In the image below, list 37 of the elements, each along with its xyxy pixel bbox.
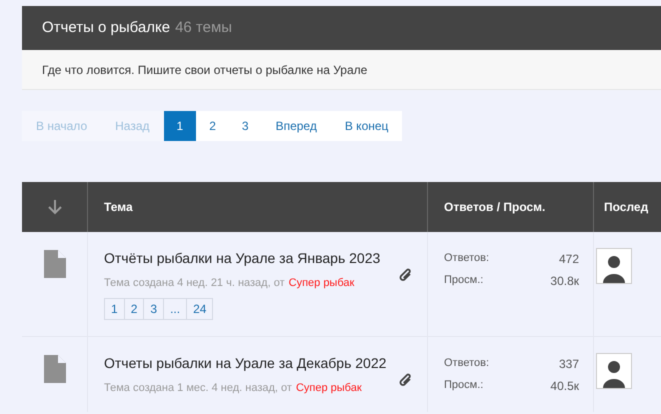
topic-meta: Тема создана 4 нед. 21 ч. назад, от (104, 276, 285, 291)
pagination-link[interactable]: Вперед (262, 111, 331, 141)
page-link[interactable]: 24 (186, 298, 214, 320)
pagination-link[interactable]: В конец (330, 111, 402, 141)
page-link[interactable]: ... (163, 298, 188, 320)
avatar-placeholder-icon (596, 248, 632, 284)
column-header[interactable]: Послед (604, 198, 648, 216)
page-link[interactable]: 3 (143, 298, 164, 320)
avatar-placeholder-icon (596, 353, 632, 389)
forum-description: Где что ловится. Пишите свои отчеты о рыбалке на Урале (42, 62, 368, 78)
pagination-link[interactable]: 3 (228, 111, 262, 141)
forum-title: Отчеты о рыбалке (42, 18, 170, 38)
page-link[interactable]: 1 (104, 298, 125, 320)
document-icon (44, 250, 66, 278)
topic-count: 46 темы (175, 18, 232, 38)
topic-title-link[interactable]: Отчеты рыбалки на Урале за Декабрь 2022 (104, 353, 427, 374)
views-label: Просм.: (444, 273, 484, 288)
pagination-link[interactable]: 1 (164, 111, 196, 141)
paperclip-icon (399, 268, 413, 283)
pagination-link[interactable]: 2 (196, 111, 229, 141)
page-link[interactable]: 2 (124, 298, 144, 320)
replies-label: Ответов: (444, 251, 489, 266)
sort-arrow-icon[interactable] (48, 199, 62, 215)
column-header[interactable]: Тема (104, 198, 133, 216)
replies-label: Ответов: (444, 356, 489, 371)
topic-title-link[interactable]: Отчёты рыбалки на Урале за Январь 2023 (104, 248, 427, 269)
paperclip-icon (399, 373, 413, 388)
topic-meta: Тема создана 1 мес. 4 нед. назад, от (104, 381, 292, 396)
document-icon (44, 355, 66, 383)
views-count: 30.8к (550, 273, 579, 290)
replies-count: 337 (558, 356, 579, 373)
column-header[interactable]: Ответов / Просм. (444, 198, 546, 216)
author-link[interactable]: Супер рыбак (288, 275, 354, 292)
author-link[interactable]: Супер рыбак (296, 380, 362, 396)
views-label: Просм.: (444, 378, 484, 393)
views-count: 40.5к (550, 378, 579, 395)
replies-count: 472 (558, 251, 579, 268)
